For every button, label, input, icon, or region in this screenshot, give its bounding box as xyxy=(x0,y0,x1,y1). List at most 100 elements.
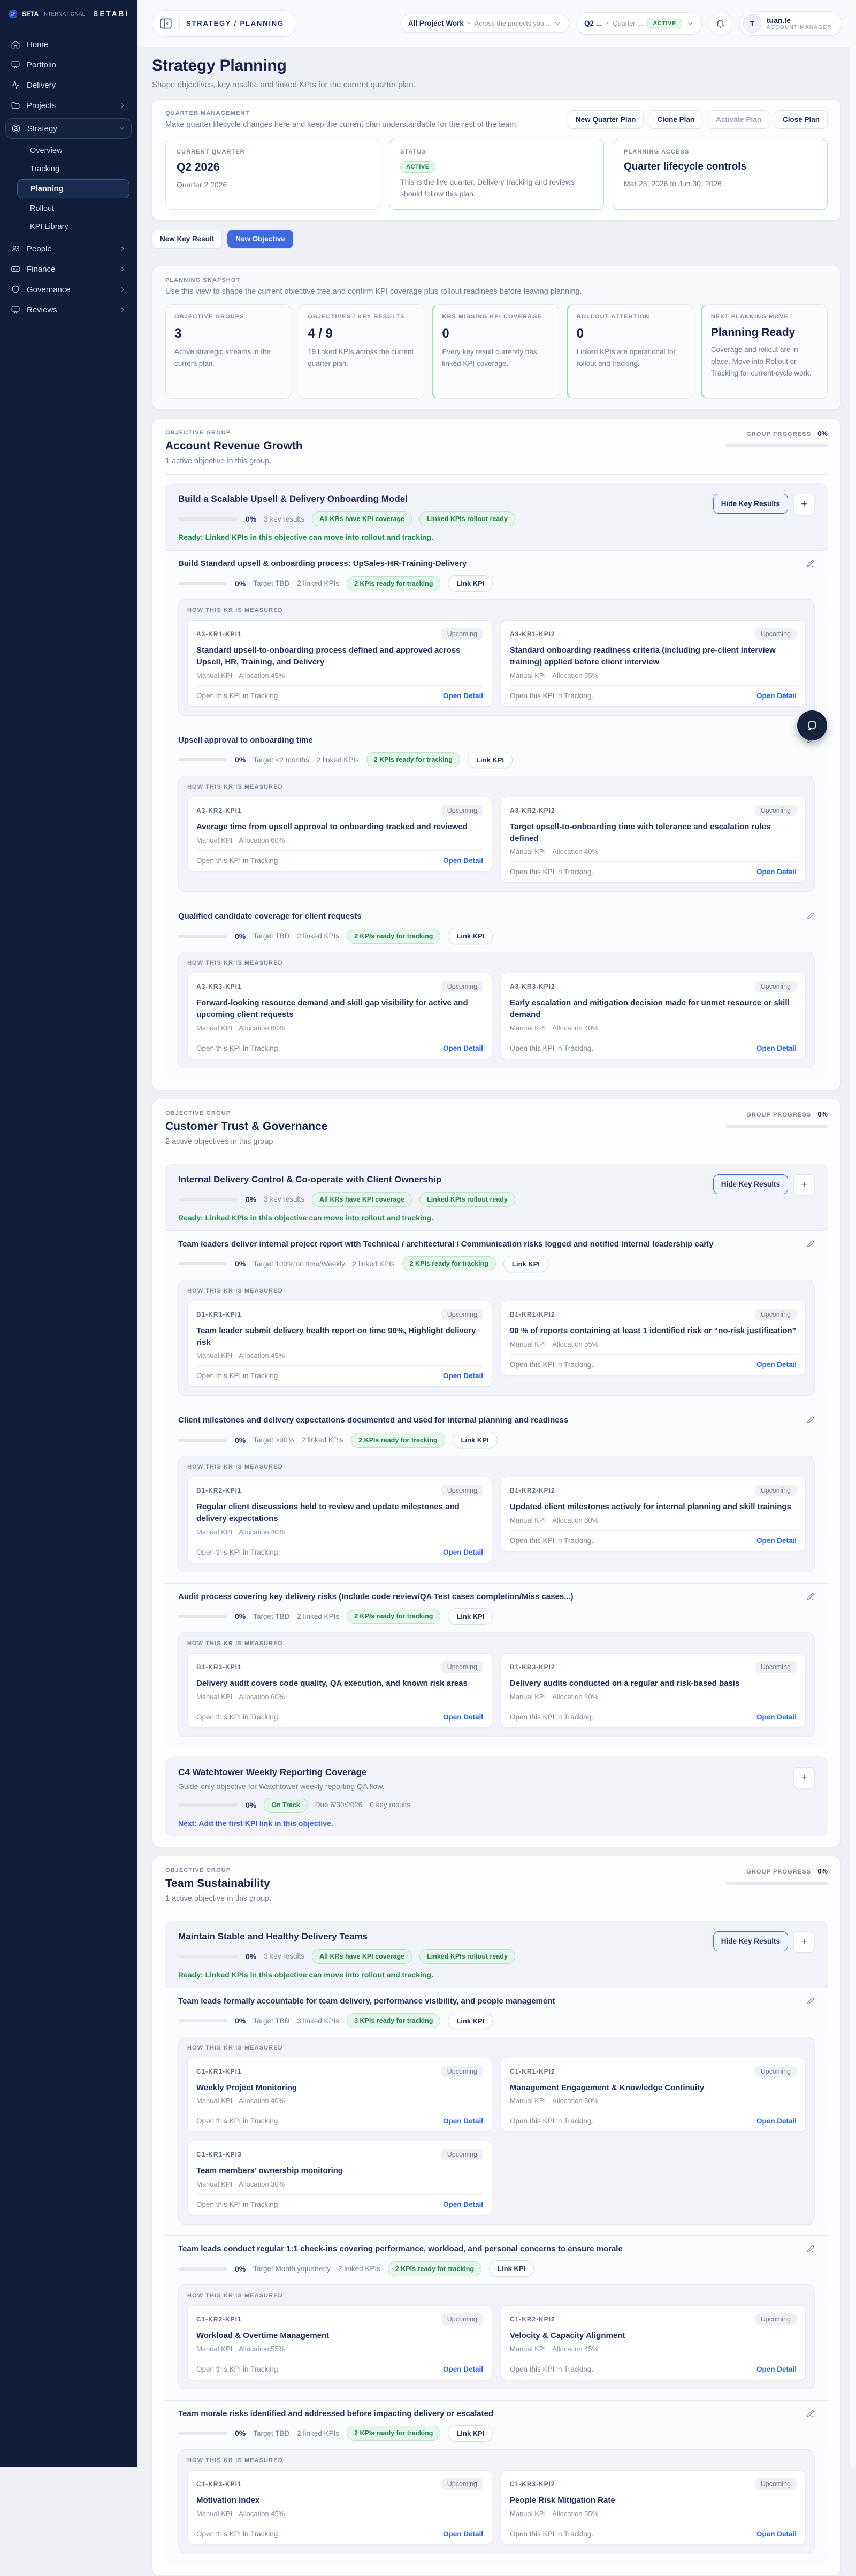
kpi-card: B1-KR1-KPI2 Upcoming 90 % of reports con… xyxy=(501,1300,806,1375)
key-result-progress-bar xyxy=(178,1262,227,1266)
sidebar-item-reviews[interactable]: Reviews xyxy=(5,300,132,319)
add-key-result-button[interactable]: + xyxy=(793,494,815,516)
link-kpi-button[interactable]: Link KPI xyxy=(448,928,493,945)
link-kpi-button[interactable]: Link KPI xyxy=(468,751,513,768)
scrollbar[interactable] xyxy=(850,0,856,2467)
objective-kr-count: 0 key results xyxy=(370,1801,411,1809)
open-detail-link[interactable]: Open Detail xyxy=(443,1044,483,1052)
add-key-result-button[interactable]: + xyxy=(793,1174,815,1196)
sidebar-item-label: Reviews xyxy=(27,305,57,315)
sidebar-item-label: People xyxy=(27,244,52,254)
stat-value: Planning Ready xyxy=(710,326,796,339)
open-detail-link[interactable]: Open Detail xyxy=(443,2200,483,2208)
edit-icon[interactable] xyxy=(806,2244,815,2253)
new-key-result-button[interactable]: New Key Result xyxy=(152,230,223,249)
sidebar-item-people[interactable]: People xyxy=(5,239,132,258)
edit-icon[interactable] xyxy=(806,1416,815,1424)
sidebar-item-strategy[interactable]: Strategy xyxy=(6,119,131,138)
user-menu[interactable]: T tuan.le ACCOUNT MANAGER xyxy=(739,11,842,36)
objective-group-card: OBJECTIVE GROUP Customer Trust & Governa… xyxy=(152,1098,841,1847)
edit-icon[interactable] xyxy=(806,1997,815,2005)
sidebar-item-finance[interactable]: Finance xyxy=(5,259,132,279)
key-result-progress-bar xyxy=(178,2019,227,2023)
edit-icon[interactable] xyxy=(806,1592,815,1601)
open-detail-link[interactable]: Open Detail xyxy=(443,857,483,865)
link-kpi-button[interactable]: Link KPI xyxy=(503,1255,548,1272)
sidebar-item-projects[interactable]: Projects xyxy=(5,96,132,115)
kpi-allocation: Allocation 45% xyxy=(552,2344,599,2353)
hide-key-results-button[interactable]: Hide Key Results xyxy=(713,1174,788,1194)
sidebar-item-kpi-library[interactable]: KPI Library xyxy=(17,218,137,236)
status-card: STATUS ACTIVE This is the live quarter. … xyxy=(389,139,604,210)
open-detail-link[interactable]: Open Detail xyxy=(756,2365,797,2373)
open-detail-link[interactable]: Open Detail xyxy=(443,2365,483,2373)
scope-label: All Project Work xyxy=(408,19,464,27)
stat-card-next-planning-move: NEXT PLANNING MOVE Planning Ready Covera… xyxy=(700,304,828,399)
open-detail-link[interactable]: Open Detail xyxy=(756,868,797,876)
open-detail-link[interactable]: Open Detail xyxy=(443,692,483,700)
chat-button[interactable] xyxy=(797,710,827,740)
open-detail-link[interactable]: Open Detail xyxy=(443,1372,483,1380)
hide-key-results-button[interactable]: Hide Key Results xyxy=(713,494,788,514)
edit-icon[interactable] xyxy=(806,2409,815,2418)
sidebar-item-rollout[interactable]: Rollout xyxy=(17,200,137,218)
open-detail-link[interactable]: Open Detail xyxy=(756,2117,797,2125)
sidebar-item-home[interactable]: Home xyxy=(5,35,132,54)
open-detail-link[interactable]: Open Detail xyxy=(756,692,797,700)
notifications-button[interactable] xyxy=(708,11,732,35)
kpi-type: Manual KPI xyxy=(196,2180,233,2189)
link-kpi-button[interactable]: Link KPI xyxy=(448,2012,493,2029)
divider xyxy=(179,17,180,30)
sidebar-item-tracking[interactable]: Tracking xyxy=(17,160,137,178)
key-result-progress-bar xyxy=(178,1438,227,1442)
sidebar-collapse-icon[interactable] xyxy=(159,17,173,30)
kpi-card: B1-KR2-KPI1 Upcoming Regular client disc… xyxy=(187,1477,492,1563)
sidebar: SETA INTERNATIONAL SETABI Home Portfolio… xyxy=(0,0,137,2467)
link-kpi-button[interactable]: Link KPI xyxy=(448,1608,493,1625)
hide-key-results-button[interactable]: Hide Key Results xyxy=(713,1931,788,1951)
quarter-dropdown[interactable]: Q2 ... • Quarter ... ACTIVE xyxy=(576,12,702,35)
clone-plan-button[interactable]: Clone Plan xyxy=(649,110,703,129)
group-progress-bar xyxy=(726,1881,828,1885)
kpi-card: A3-KR2-KPI2 Upcoming Target upsell-to-on… xyxy=(501,796,806,883)
key-result-progress-value: 0% xyxy=(235,931,246,941)
link-kpi-button[interactable]: Link KPI xyxy=(448,2425,493,2442)
open-detail-link[interactable]: Open Detail xyxy=(756,1360,797,1369)
presentation-icon xyxy=(11,305,20,315)
open-detail-link[interactable]: Open Detail xyxy=(756,1537,797,1545)
sidebar-item-delivery[interactable]: Delivery xyxy=(5,75,132,95)
link-kpi-button[interactable]: Link KPI xyxy=(452,1432,498,1449)
project-scope-dropdown[interactable]: All Project Work • Across the projects y… xyxy=(400,14,570,33)
edit-icon[interactable] xyxy=(806,912,815,920)
link-kpi-button[interactable]: Link KPI xyxy=(448,575,493,592)
link-kpi-button[interactable]: Link KPI xyxy=(489,2260,534,2277)
kpi-id: A3-KR2-KPI1 xyxy=(196,806,242,814)
close-plan-button[interactable]: Close Plan xyxy=(774,110,828,129)
activate-plan-button[interactable]: Activate Plan xyxy=(708,110,769,129)
add-key-result-button[interactable]: + xyxy=(793,1931,815,1953)
kpi-allocation: Allocation 60% xyxy=(552,1516,599,1525)
new-quarter-plan-button[interactable]: New Quarter Plan xyxy=(567,110,644,129)
new-objective-button[interactable]: New Objective xyxy=(227,230,293,249)
sidebar-item-overview[interactable]: Overview xyxy=(17,142,137,160)
planning-access-dates: Mar 28, 2026 to Jun 30, 2026 xyxy=(624,179,722,188)
quarter-management-card: QUARTER MANAGEMENT Make quarter lifecycl… xyxy=(152,99,841,221)
open-detail-link[interactable]: Open Detail xyxy=(443,2530,483,2538)
edit-icon[interactable] xyxy=(806,1240,815,1248)
edit-icon[interactable] xyxy=(806,559,815,568)
kpi-allocation: Allocation 40% xyxy=(552,847,599,856)
kpis-ready-badge: 2 KPIs ready for tracking xyxy=(347,576,441,591)
open-detail-link[interactable]: Open Detail xyxy=(443,1548,483,1556)
open-detail-link[interactable]: Open Detail xyxy=(443,1713,483,1721)
open-detail-link[interactable]: Open Detail xyxy=(756,1713,797,1721)
add-key-result-button[interactable]: + xyxy=(793,1767,815,1788)
sidebar-item-governance[interactable]: Governance xyxy=(5,280,132,299)
open-detail-link[interactable]: Open Detail xyxy=(756,1044,797,1052)
open-detail-link[interactable]: Open Detail xyxy=(443,2117,483,2125)
sidebar-item-portfolio[interactable]: Portfolio xyxy=(5,55,132,74)
open-detail-link[interactable]: Open Detail xyxy=(756,2530,797,2538)
card-label: PLANNING ACCESS xyxy=(624,149,690,155)
sidebar-item-planning[interactable]: Planning xyxy=(17,179,129,198)
key-result-progress-value: 0% xyxy=(235,755,246,765)
objective-card: Internal Delivery Control & Co-operate w… xyxy=(165,1163,828,1748)
